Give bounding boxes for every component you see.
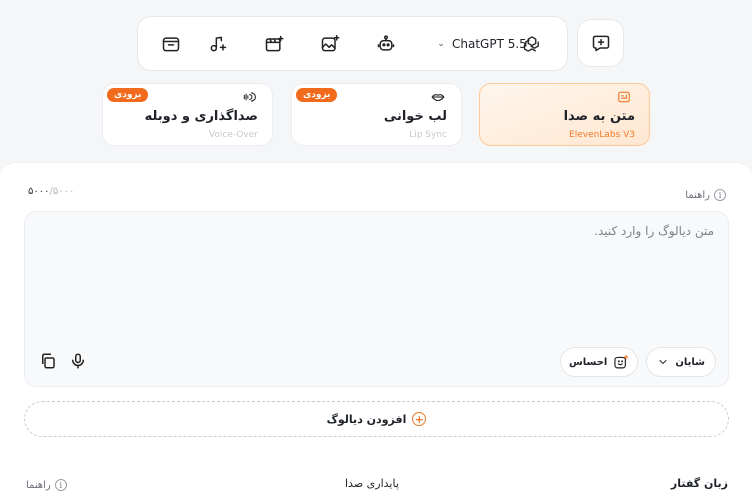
mode-subtitle: Voice-Over bbox=[208, 130, 258, 140]
model-label: ChatGPT 5.5 bbox=[452, 37, 527, 51]
folder-icon[interactable] bbox=[158, 31, 184, 57]
counter-current: ۵۰۰۰ bbox=[28, 186, 50, 197]
mode-card-text-to-speech[interactable]: متن به صدا ElevenLabs V3 bbox=[479, 83, 650, 146]
add-dialog-label: افزودن دیالوگ bbox=[326, 412, 407, 426]
coming-soon-badge: بزودی bbox=[107, 88, 149, 102]
openai-logo-icon bbox=[523, 36, 539, 52]
mode-title: لب خوانی bbox=[383, 109, 447, 124]
video-clapper-icon[interactable] bbox=[261, 31, 287, 57]
plus-icon: + bbox=[412, 412, 427, 426]
mode-subtitle: ElevenLabs V3 bbox=[569, 130, 635, 140]
character-counter: ۵۰۰۰/۵۰۰۰ bbox=[28, 186, 74, 197]
coming-soon-badge: بزودی bbox=[296, 88, 338, 102]
emotion-button[interactable]: احساس bbox=[560, 347, 638, 377]
info-icon: i bbox=[714, 189, 726, 201]
music-note-icon[interactable] bbox=[205, 31, 231, 57]
lips-icon bbox=[431, 94, 445, 102]
voice-label: شایان bbox=[675, 356, 705, 368]
dialog-input[interactable]: متن دیالوگ را وارد کنید. شایان احساس bbox=[24, 211, 729, 387]
model-toolbar: ⌄ ChatGPT 5.5 bbox=[137, 16, 568, 71]
copy-icon[interactable] bbox=[39, 352, 57, 370]
image-sparkle-icon[interactable] bbox=[317, 31, 343, 57]
voice-wave-icon bbox=[243, 92, 256, 102]
info-icon: i bbox=[54, 479, 67, 491]
new-chat-icon bbox=[592, 35, 609, 52]
robot-icon[interactable] bbox=[373, 31, 399, 57]
counter-max: /۵۰۰۰ bbox=[49, 186, 75, 197]
guide-label: راهنما bbox=[26, 479, 51, 491]
emotion-label: احساس bbox=[569, 356, 608, 368]
chevron-down-icon: ⌄ bbox=[437, 39, 445, 49]
text-to-speech-icon bbox=[618, 91, 630, 103]
model-selector[interactable]: ⌄ ChatGPT 5.5 bbox=[436, 31, 556, 57]
mode-card-lip-sync[interactable]: بزودی لب خوانی Lip Sync bbox=[291, 83, 462, 146]
mode-title: متن به صدا bbox=[563, 109, 635, 124]
guide-link-2[interactable]: i راهنما bbox=[26, 479, 67, 491]
voice-selector-button[interactable]: شایان bbox=[646, 347, 716, 377]
tts-panel: i راهنما ۵۰۰۰/۵۰۰۰ متن دیالوگ را وارد کن… bbox=[0, 162, 752, 501]
guide-link[interactable]: i راهنما bbox=[685, 189, 726, 201]
new-chat-button[interactable] bbox=[577, 19, 624, 67]
microphone-icon[interactable] bbox=[69, 352, 87, 370]
dialog-placeholder: متن دیالوگ را وارد کنید. bbox=[594, 224, 714, 238]
emoji-add-icon bbox=[614, 354, 629, 369]
mode-subtitle: Lip Sync bbox=[409, 130, 447, 140]
voice-stability-label: پایداری صدا bbox=[345, 477, 399, 490]
chevron-down-icon bbox=[659, 359, 667, 365]
mode-title: صداگذاری و دوبله bbox=[144, 109, 258, 124]
mode-card-voice-over[interactable]: بزودی صداگذاری و دوبله Voice-Over bbox=[102, 83, 273, 146]
add-dialog-button[interactable]: + افزودن دیالوگ bbox=[24, 401, 729, 437]
guide-label: راهنما bbox=[685, 189, 710, 201]
speech-language-label: زبان گفتار bbox=[670, 477, 728, 490]
